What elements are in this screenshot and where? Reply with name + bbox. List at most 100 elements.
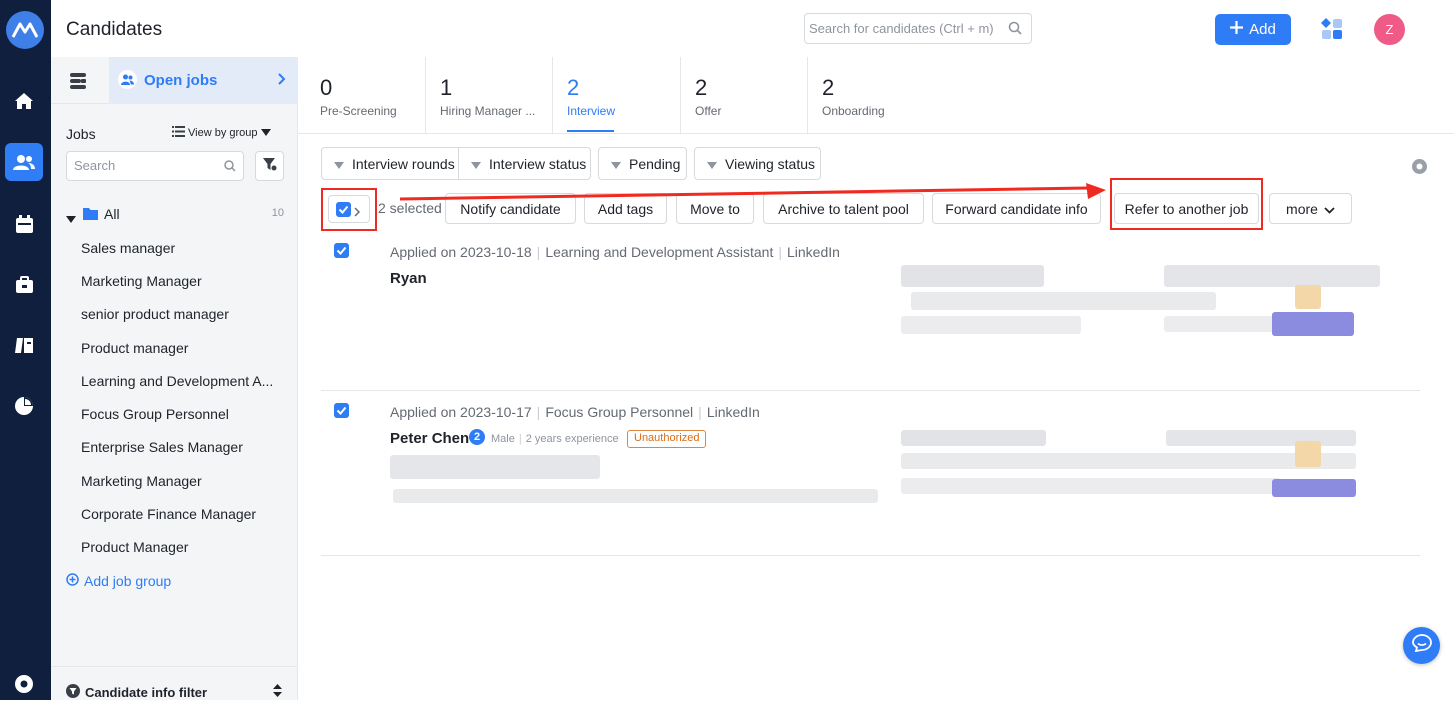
tab-hiring-manager[interactable]: 1 Hiring Manager ... xyxy=(426,57,552,134)
add-button-label: Add xyxy=(1249,21,1276,38)
stage-tabs: 0 Pre-Screening 1 Hiring Manager ... 2 I… xyxy=(298,57,1454,134)
more-label: more xyxy=(1286,200,1318,217)
calendar-icon[interactable] xyxy=(5,205,43,243)
briefcase-icon[interactable] xyxy=(5,266,43,304)
chat-icon xyxy=(1411,634,1432,657)
applied-date: Applied on 2023-10-17 xyxy=(390,404,532,420)
job-item[interactable]: Product manager xyxy=(81,340,188,356)
caret-down-icon xyxy=(611,156,621,172)
candidate-info-filter[interactable]: Candidate info filter xyxy=(51,666,298,700)
redacted-info xyxy=(1164,316,1274,332)
redacted-info xyxy=(901,316,1081,334)
search-icon xyxy=(224,160,236,175)
chevron-right-icon xyxy=(278,72,286,90)
book-icon[interactable] xyxy=(5,326,43,364)
filter-label: Interview status xyxy=(489,155,587,172)
candidate-count-badge: 2 xyxy=(469,429,485,445)
tab-count: 2 xyxy=(567,75,580,100)
user-avatar[interactable]: Z xyxy=(1374,14,1405,45)
checked-icon[interactable] xyxy=(334,403,349,423)
caret-down-icon xyxy=(707,156,717,172)
redacted-info xyxy=(1164,265,1380,287)
applied-info: Applied on 2023-10-17 | Focus Group Person… xyxy=(390,404,760,420)
filter-button[interactable] xyxy=(255,151,284,181)
checked-icon[interactable] xyxy=(334,243,349,263)
job-item[interactable]: Marketing Manager xyxy=(81,473,202,489)
candidate-gender: Male xyxy=(491,433,515,445)
tab-onboarding[interactable]: 2 Onboarding xyxy=(808,57,948,134)
view-by-group-label: View by group xyxy=(188,127,258,139)
applied-source: LinkedIn xyxy=(706,404,760,420)
all-count: 10 xyxy=(271,207,284,219)
app-nav-rail xyxy=(0,0,51,700)
job-item[interactable]: Sales manager xyxy=(81,240,175,256)
applied-source: LinkedIn xyxy=(787,244,840,260)
tab-label: Offer xyxy=(695,104,722,118)
more-dropdown[interactable]: more xyxy=(1269,193,1352,224)
viewing-status-filter[interactable]: Viewing status xyxy=(694,147,821,180)
filter-label: Interview rounds xyxy=(352,155,455,172)
apps-icon[interactable] xyxy=(1321,18,1343,45)
candidate-name[interactable]: Ryan xyxy=(390,270,427,287)
caret-down-icon xyxy=(334,156,344,172)
list-icon xyxy=(172,126,185,140)
active-tab-underline xyxy=(567,130,614,132)
redacted-info xyxy=(1166,430,1356,446)
switch-icon[interactable] xyxy=(59,63,97,99)
settings-icon[interactable] xyxy=(1411,158,1428,180)
candidate-info-filter-label: Candidate info filter xyxy=(85,685,208,700)
candidate-name[interactable]: Peter Chen xyxy=(390,430,469,447)
settings-icon[interactable] xyxy=(5,665,43,703)
candidate-search-input[interactable]: Search for candidates (Ctrl + m) xyxy=(804,13,1032,44)
job-search-input[interactable]: Search xyxy=(66,151,244,181)
filter-icon xyxy=(262,157,277,176)
logo-icon[interactable] xyxy=(6,11,44,49)
all-jobs-group[interactable]: All 10 xyxy=(66,205,291,225)
interview-rounds-filter[interactable]: Interview rounds xyxy=(321,147,459,180)
chat-support-button[interactable] xyxy=(1403,627,1440,664)
job-item[interactable]: Corporate Finance Manager xyxy=(81,506,256,522)
caret-down-icon xyxy=(471,156,481,172)
add-job-group-button[interactable]: Add job group xyxy=(66,573,171,589)
job-item[interactable]: Learning and Development A... xyxy=(81,373,273,389)
unauthorized-tag: Unauthorized xyxy=(627,430,707,448)
pie-chart-icon[interactable] xyxy=(5,387,43,425)
group-icon xyxy=(118,70,137,89)
jobs-panel: Open jobs Jobs View by group Search All … xyxy=(51,57,298,700)
tab-offer[interactable]: 2 Offer xyxy=(681,57,807,134)
job-item[interactable]: Product Manager xyxy=(81,539,188,555)
pending-filter[interactable]: Pending xyxy=(598,147,687,180)
filter-circle-icon xyxy=(66,684,80,701)
redacted-info xyxy=(901,430,1046,446)
tab-interview[interactable]: 2 Interview xyxy=(553,57,680,134)
job-item[interactable]: Focus Group Personnel xyxy=(81,406,229,422)
jobs-heading: Jobs xyxy=(66,126,96,142)
tab-pre-screening[interactable]: 0 Pre-Screening xyxy=(298,57,425,134)
tab-count: 2 xyxy=(822,75,835,100)
redacted-info xyxy=(1295,441,1321,467)
chevron-down-icon xyxy=(1324,201,1335,217)
filter-label: Pending xyxy=(629,155,681,172)
applied-info: Applied on 2023-10-18 | Learning and Devel… xyxy=(390,244,840,260)
candidate-card[interactable]: Applied on 2023-10-17 | Focus Group Person… xyxy=(321,391,1420,556)
job-item[interactable]: Enterprise Sales Manager xyxy=(81,439,243,455)
home-icon[interactable] xyxy=(5,82,43,120)
view-by-group-dropdown[interactable]: View by group xyxy=(172,126,271,140)
interview-status-filter[interactable]: Interview status xyxy=(458,147,591,180)
folder-icon xyxy=(83,207,98,223)
job-item[interactable]: senior product manager xyxy=(81,306,229,322)
jobs-panel-header: Open jobs xyxy=(51,57,298,104)
job-item[interactable]: Marketing Manager xyxy=(81,273,202,289)
open-jobs-selector[interactable]: Open jobs xyxy=(109,57,298,104)
candidate-card[interactable]: Applied on 2023-10-18 | Learning and Devel… xyxy=(321,232,1420,391)
annotation-arrow xyxy=(400,183,1106,201)
tab-label: Pre-Screening xyxy=(320,104,397,118)
open-jobs-label: Open jobs xyxy=(144,72,218,89)
tab-count: 0 xyxy=(320,75,333,100)
add-button[interactable]: Add xyxy=(1215,14,1291,45)
tab-label: Onboarding xyxy=(822,104,885,118)
candidates-icon[interactable] xyxy=(5,143,43,181)
redacted-info xyxy=(901,478,1281,494)
sort-icon xyxy=(273,684,282,700)
redacted-info xyxy=(1295,285,1321,309)
